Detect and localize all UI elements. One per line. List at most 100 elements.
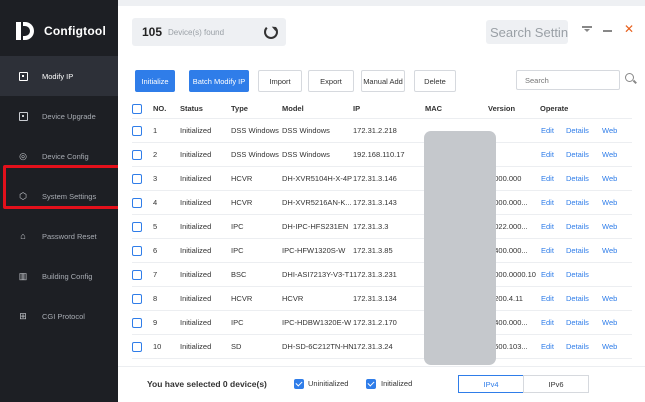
edit-link[interactable]: Edit <box>541 263 561 286</box>
cell-no: 9 <box>153 318 158 327</box>
table-row[interactable]: 2 Initialized DSS Windows DSS Windows 192.16… <box>132 143 632 167</box>
row-checkbox[interactable] <box>132 341 142 352</box>
edit-link[interactable]: Edit <box>541 119 561 142</box>
edit-link[interactable]: Edit <box>541 287 561 310</box>
edit-link[interactable]: Edit <box>541 335 561 358</box>
edit-link[interactable]: Edit <box>541 167 561 190</box>
table-row[interactable]: 4 Initialized HCVR DH-XVR5216AN-K... 172.31.… <box>132 191 632 215</box>
row-checkbox[interactable] <box>132 317 142 328</box>
sidebar-item-building-config[interactable]: ▥ Building Config <box>0 256 118 296</box>
web-link[interactable]: Web <box>602 119 622 142</box>
web-link[interactable]: Web <box>602 311 622 334</box>
sidebar-item-label: CGI Protocol <box>42 311 85 321</box>
search-icon[interactable] <box>625 73 634 82</box>
import-button[interactable]: Import <box>258 70 302 92</box>
table-row[interactable]: 7 Initialized BSC DHI-ASI7213Y-V3-T1 172.31.… <box>132 263 632 287</box>
details-link[interactable]: Details <box>566 191 596 214</box>
row-checkbox[interactable] <box>132 245 142 256</box>
web-link[interactable]: Web <box>602 239 622 262</box>
cell-status: Initialized <box>180 318 212 327</box>
sidebar-item-modify-ip[interactable]: Modify IP <box>0 56 118 96</box>
cell-status: Initialized <box>180 270 212 279</box>
details-link[interactable]: Details <box>566 167 596 190</box>
cell-ip: 172.31.3.3 <box>353 222 389 231</box>
web-link[interactable]: Web <box>602 215 622 238</box>
details-link[interactable]: Details <box>566 263 596 286</box>
header-no: NO. <box>153 104 167 113</box>
row-checkbox[interactable] <box>132 293 142 304</box>
close-icon[interactable]: ✕ <box>624 22 634 36</box>
select-all-checkbox[interactable] <box>132 103 142 114</box>
cell-ip: 172.31.2.170 <box>353 318 397 327</box>
web-link[interactable] <box>602 263 622 286</box>
uninitialized-label: Uninitialized <box>308 379 349 388</box>
details-link[interactable]: Details <box>566 239 596 262</box>
export-button[interactable]: Export <box>308 70 354 92</box>
edit-link[interactable]: Edit <box>541 311 561 334</box>
web-link[interactable]: Web <box>602 191 622 214</box>
search-settings-field[interactable]: Search Settings <box>486 20 568 44</box>
details-link[interactable]: Details <box>566 335 596 358</box>
details-link[interactable]: Details <box>566 215 596 238</box>
search-input[interactable] <box>516 70 620 90</box>
web-link[interactable]: Web <box>602 143 622 166</box>
app-logo: Configtool <box>14 16 106 46</box>
row-checkbox[interactable] <box>132 197 142 208</box>
initialize-button[interactable]: Initialize <box>135 70 175 92</box>
cell-status: Initialized <box>180 342 212 351</box>
web-link[interactable]: Web <box>602 167 622 190</box>
details-link[interactable]: Details <box>566 119 596 142</box>
sidebar-item-device-upgrade[interactable]: Device Upgrade <box>0 96 118 136</box>
row-checkbox[interactable] <box>132 269 142 280</box>
header-status: Status <box>180 104 203 113</box>
minimize-icon[interactable] <box>603 30 612 32</box>
row-checkbox[interactable] <box>132 125 142 136</box>
header-ip: IP <box>353 104 361 113</box>
edit-link[interactable]: Edit <box>541 239 561 262</box>
cell-status: Initialized <box>180 294 212 303</box>
lock-icon: ⌂ <box>20 231 26 241</box>
table-row[interactable]: 10 Initialized SD DH-SD-6C212TN-HN 172.31.3.… <box>132 335 632 359</box>
sidebar-item-password-reset[interactable]: ⌂ Password Reset <box>0 216 118 256</box>
initialized-checkbox[interactable] <box>366 379 376 389</box>
sidebar-item-label: Password Reset <box>42 231 97 241</box>
batch-modify-ip-button[interactable]: Batch Modify IP <box>189 70 249 92</box>
cell-no: 3 <box>153 174 158 183</box>
edit-link[interactable]: Edit <box>541 215 561 238</box>
table-row[interactable]: 1 Initialized DSS Windows DSS Windows 172.31… <box>132 119 632 143</box>
cell-model: DH-SD-6C212TN-HN <box>282 342 353 351</box>
logo-icon <box>14 20 36 42</box>
menu-dropdown-icon[interactable] <box>582 26 592 34</box>
cell-type: SD <box>231 342 242 351</box>
sidebar-item-cgi-protocol[interactable]: ⊞ CGI Protocol <box>0 296 118 336</box>
web-link[interactable]: Web <box>602 287 622 310</box>
selection-summary: You have selected 0 device(s) <box>147 379 267 389</box>
details-link[interactable]: Details <box>566 143 596 166</box>
cell-ip: 172.31.3.143 <box>353 198 397 207</box>
uninitialized-checkbox[interactable] <box>294 379 304 389</box>
tab-ipv6[interactable]: IPv6 <box>523 375 589 393</box>
footer: You have selected 0 device(s) Uninitiali… <box>118 366 645 402</box>
table-row[interactable]: 8 Initialized HCVR HCVR 172.31.3.134 3.200.4.… <box>132 287 632 311</box>
cell-ip: 192.168.110.17 <box>353 150 405 159</box>
initialized-label: Initialized <box>381 379 413 388</box>
refresh-icon[interactable] <box>264 25 278 39</box>
edit-link[interactable]: Edit <box>541 143 561 166</box>
row-checkbox[interactable] <box>132 149 142 160</box>
table-row[interactable]: 5 Initialized IPC DH-IPC-HFS231EN 172.31.3.3… <box>132 215 632 239</box>
tab-ipv4[interactable]: IPv4 <box>458 375 524 393</box>
table-row[interactable]: 9 Initialized IPC IPC-HDBW1320E-W 172.31.2.1… <box>132 311 632 335</box>
edit-link[interactable]: Edit <box>541 191 561 214</box>
details-link[interactable]: Details <box>566 287 596 310</box>
header-type: Type <box>231 104 248 113</box>
row-checkbox[interactable] <box>132 173 142 184</box>
row-checkbox[interactable] <box>132 221 142 232</box>
cell-status: Initialized <box>180 246 212 255</box>
table-row[interactable]: 3 Initialized HCVR DH-XVR5104H-X-4P 172.31.3… <box>132 167 632 191</box>
table-row[interactable]: 6 Initialized IPC IPC-HFW1320S-W 172.31.3.85… <box>132 239 632 263</box>
details-link[interactable]: Details <box>566 311 596 334</box>
top-bar: 105 Device(s) found Search Settings ✕ <box>118 6 645 58</box>
manual-add-button[interactable]: Manual Add <box>361 70 405 92</box>
web-link[interactable]: Web <box>602 335 622 358</box>
delete-button[interactable]: Delete <box>414 70 456 92</box>
